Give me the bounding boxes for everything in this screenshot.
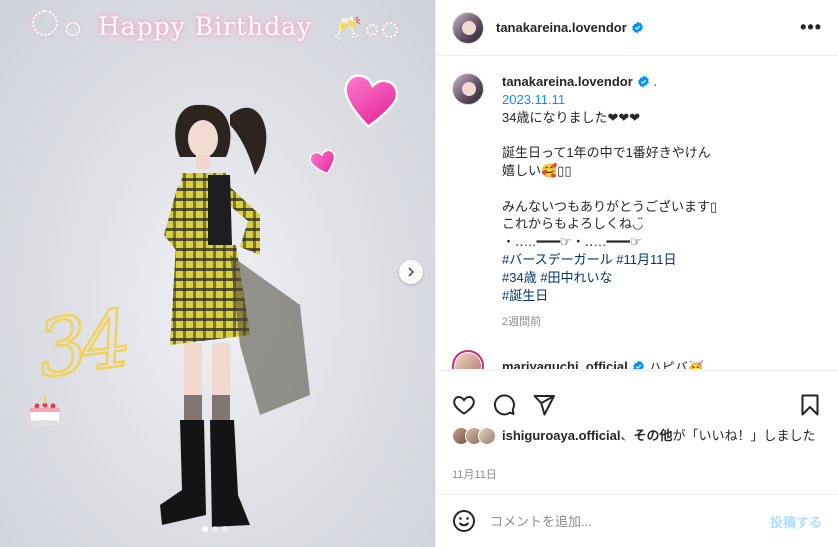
caption-line: 34歳になりました❤︎❤︎❤︎ [502, 109, 641, 125]
post-header: tanakareina.lovendor ••• [436, 0, 838, 56]
decor-circle [66, 22, 80, 36]
hashtag-line: #34歳 #田中れいな [502, 269, 717, 287]
likes-text: ishiguroaya.official、その他が「いいね！」しました [502, 427, 816, 445]
post-sidebar: tanakareina.lovendor ••• tanakareina.lov… [435, 0, 838, 547]
emoji-button[interactable] [452, 509, 476, 533]
hashtag-link[interactable]: #誕生日 [502, 288, 548, 303]
liker-avatars [452, 427, 496, 445]
verified-badge-icon [631, 21, 643, 34]
action-bar [436, 370, 838, 422]
cake-icon [27, 396, 63, 426]
hashtag-link[interactable]: #田中れいな [540, 270, 612, 285]
smiley-icon [453, 510, 475, 532]
caption-line [502, 126, 717, 144]
hashtag-link[interactable]: #34歳 [502, 270, 537, 285]
likes-others-link[interactable]: その他 [634, 428, 673, 443]
comment-item: mariyaguchi_official ハピバ🥳 [452, 350, 822, 369]
post-image[interactable]: Happy Birthday 🥂 34 [0, 0, 435, 547]
bookmark-icon [801, 394, 819, 415]
avatar[interactable] [452, 11, 484, 44]
author-username[interactable]: tanakareina.lovendor [496, 20, 627, 35]
save-button[interactable] [798, 393, 822, 417]
avatar[interactable] [452, 350, 484, 369]
caption-line [502, 180, 717, 198]
carousel-dot [222, 526, 228, 532]
comment-text: ハピバ🥳 [648, 359, 704, 369]
carousel-indicator [202, 526, 228, 532]
heart-icon [453, 395, 475, 415]
comment-input[interactable] [490, 513, 760, 529]
caption-line: これからもよろしくね◡̈ [502, 216, 644, 232]
hashtag-link[interactable]: #11月11日 [616, 252, 676, 267]
carousel-dot [212, 526, 218, 532]
caption-date[interactable]: 2023.11.11 [502, 91, 717, 109]
carousel-dot [202, 526, 208, 532]
send-icon [533, 394, 555, 415]
hashtag-link[interactable]: #バースデーガール [502, 252, 613, 267]
add-comment-bar: 投稿する [436, 494, 838, 547]
verified-badge-icon [632, 360, 644, 369]
comment-username[interactable]: mariyaguchi_official [502, 359, 628, 369]
next-image-button[interactable] [399, 260, 423, 284]
caption-username[interactable]: tanakareina.lovendor [502, 74, 633, 89]
heart-sticker-icon [344, 74, 399, 128]
caption: tanakareina.lovendor . 2023.11.11 34歳になり… [452, 73, 822, 332]
decor-circle [382, 22, 398, 38]
comment-icon [493, 393, 515, 415]
likes-separator: 、 [620, 428, 634, 443]
person-figure [160, 104, 310, 527]
post-date[interactable]: 11月11日 [452, 466, 497, 482]
verified-badge-icon [637, 75, 649, 88]
hashtag-line: #バースデーガール #11月11日 [502, 251, 717, 269]
hashtag-line: #誕生日 [502, 287, 717, 305]
likes-summary: ishiguroaya.official、その他が「いいね！」しました [452, 427, 822, 445]
caption-suffix: . [653, 74, 658, 89]
comment-button[interactable] [492, 393, 516, 417]
caption-line: 誕生日って1年の中で1番好きやけん [502, 145, 711, 161]
decor-circle [366, 24, 378, 36]
avatar[interactable] [478, 427, 496, 445]
avatar[interactable] [452, 73, 484, 105]
birthday-overlay-text: Happy Birthday [98, 12, 313, 41]
more-options-icon[interactable]: ••• [800, 17, 822, 38]
liker-username[interactable]: ishiguroaya.official [502, 428, 620, 443]
like-button[interactable] [452, 393, 476, 417]
post-comment-button[interactable]: 投稿する [770, 512, 822, 531]
comments-area: tanakareina.lovendor . 2023.11.11 34歳になり… [436, 57, 838, 369]
likes-rest: が「いいね！」しました [672, 428, 816, 443]
chevron-right-icon [408, 267, 415, 277]
age-overlay-text: 34 [31, 293, 132, 397]
decor-circle [32, 10, 58, 36]
champagne-icon: 🥂 [332, 15, 362, 42]
caption-time-ago[interactable]: 2週間前 [502, 314, 717, 332]
caption-line: みんないつもありがとうございます▯ [502, 198, 718, 214]
caption-line: 嬉しい🥰▯▯ [502, 162, 572, 178]
share-button[interactable] [532, 393, 556, 417]
caption-line: ・‥…━━━☞・‥…━━━☞ [502, 234, 642, 250]
